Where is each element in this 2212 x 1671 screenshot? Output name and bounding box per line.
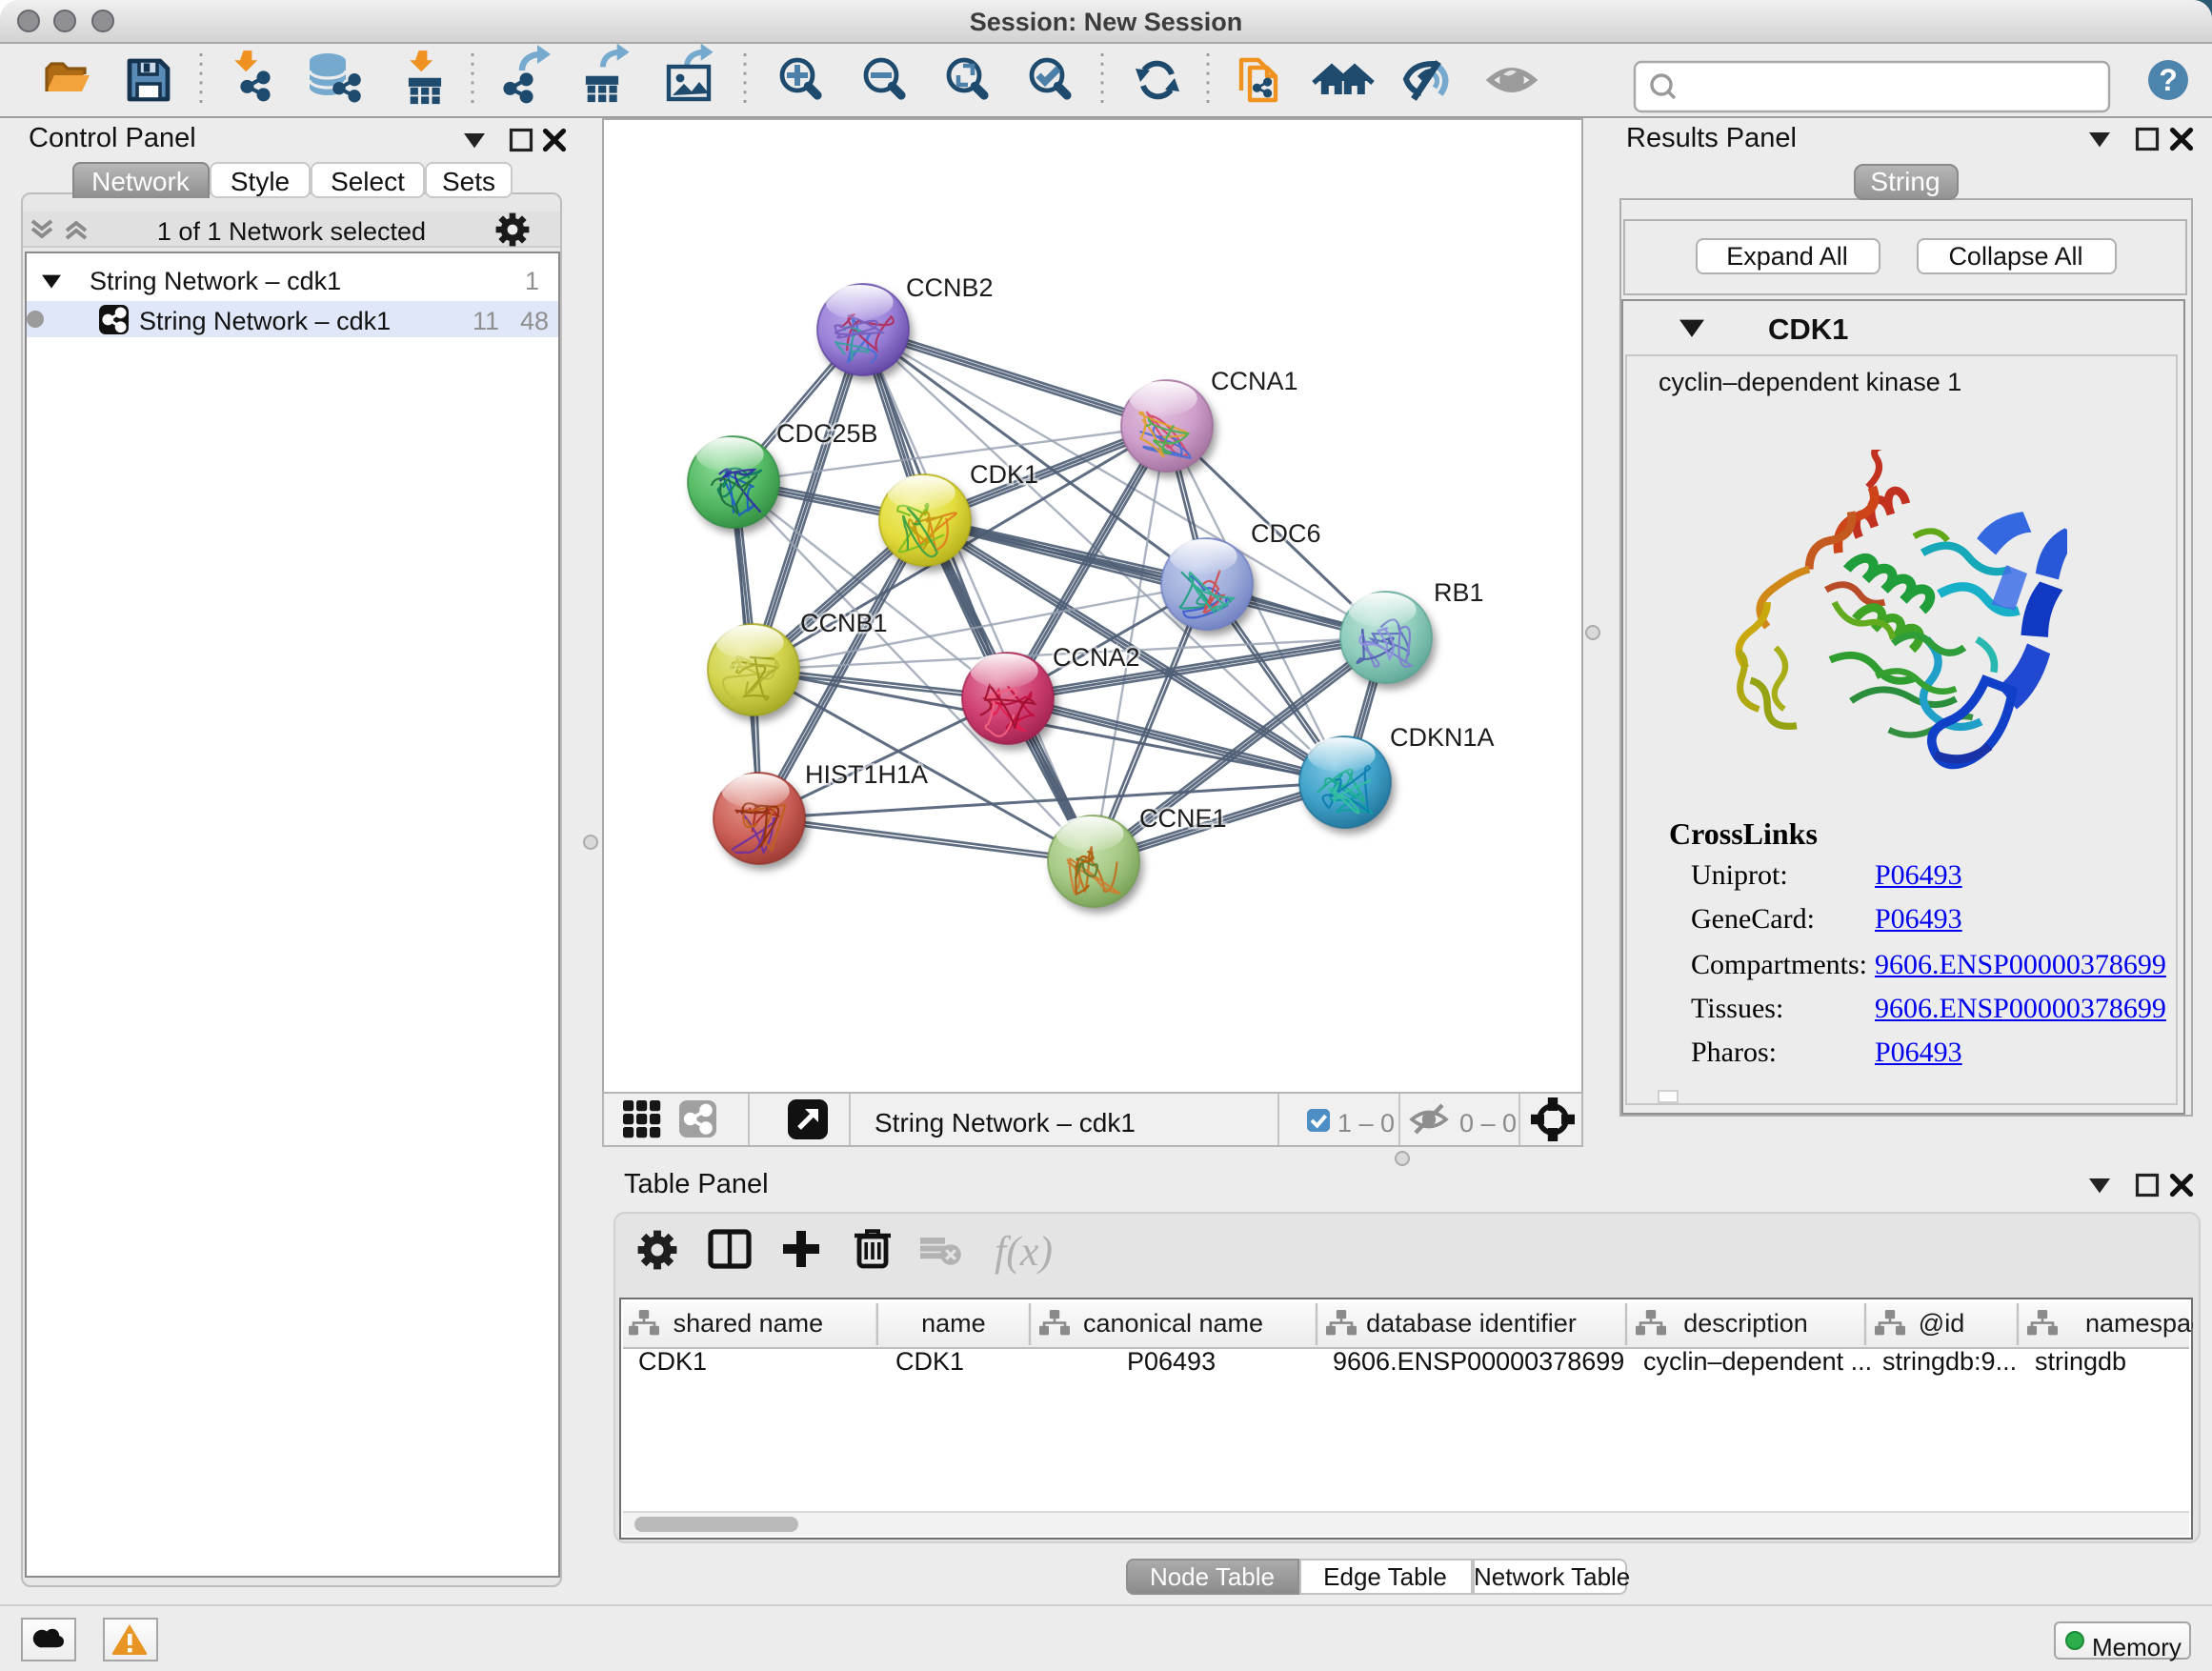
svg-text:CDKN1A: CDKN1A bbox=[1389, 722, 1494, 751]
svg-text:CCNA1: CCNA1 bbox=[1210, 366, 1297, 394]
svg-text:CDC25B: CDC25B bbox=[775, 418, 877, 447]
svg-text:CDK1: CDK1 bbox=[969, 459, 1037, 488]
svg-text:CDC6: CDC6 bbox=[1250, 518, 1320, 547]
svg-text:CCNB1: CCNB1 bbox=[799, 608, 887, 636]
svg-text:?: ? bbox=[2159, 63, 2178, 97]
svg-text:CCNB2: CCNB2 bbox=[905, 272, 993, 301]
svg-text:RB1: RB1 bbox=[1433, 577, 1483, 606]
svg-text:f(x): f(x) bbox=[995, 1229, 1054, 1276]
svg-text:HIST1H1A: HIST1H1A bbox=[804, 759, 927, 788]
svg-text:CCNE1: CCNE1 bbox=[1138, 803, 1226, 832]
svg-text:CCNA2: CCNA2 bbox=[1052, 642, 1139, 671]
